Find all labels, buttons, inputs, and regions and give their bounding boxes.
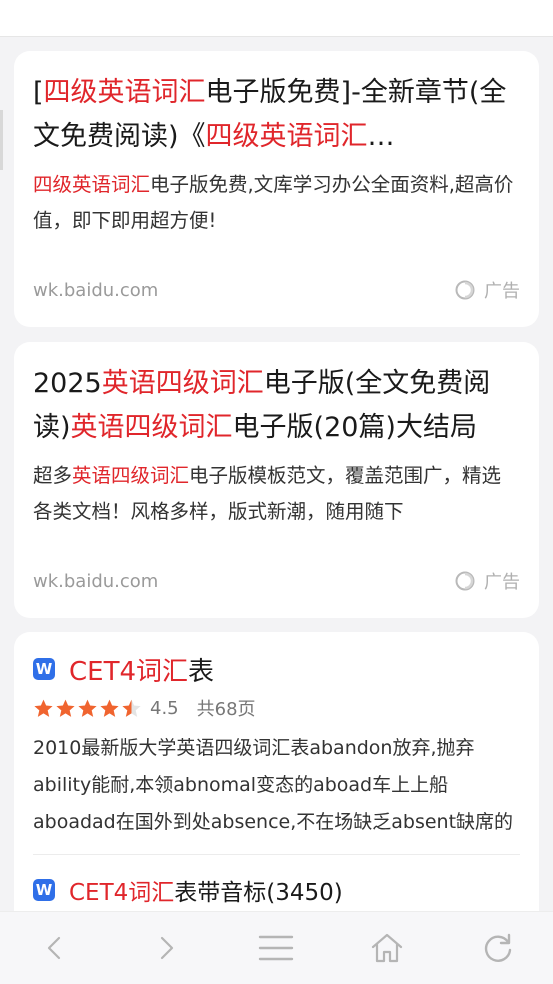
refresh-icon (484, 933, 511, 962)
related-document[interactable]: W CET4词汇表带音标(3450) (33, 873, 520, 907)
ad-title[interactable]: [四级英语词汇电子版免费]-全新章节(全文免费阅读)《四级英语词汇电子版免费》 (33, 71, 520, 159)
ad-footer: wk.baidu.com 广告 (33, 275, 520, 305)
document-title[interactable]: CET4词汇表 (69, 651, 214, 688)
text-segment: [ (33, 77, 44, 108)
forward-icon (160, 936, 173, 960)
back-button[interactable] (25, 918, 85, 978)
highlight-text: CET4 (69, 656, 137, 687)
highlight-text: 英语四级词汇 (70, 412, 233, 443)
text-segment: 表 (188, 656, 215, 687)
text-segment: 电子版(20篇)大结局 (232, 412, 477, 443)
highlight-text: 四级英语词汇 (205, 121, 368, 152)
highlight-text: 词汇 (136, 656, 189, 687)
ad-domain: wk.baidu.com (33, 279, 159, 301)
wps-word-icon: W (33, 879, 55, 901)
star-icon (100, 699, 119, 717)
highlight-text: 词汇 (128, 880, 175, 906)
highlight-text: 英语四级词汇 (101, 368, 264, 399)
ad-indicator-icon (455, 280, 475, 300)
ad-description: 超多英语四级词汇电子版模板范文，覆盖范围广，精选各类文档！风格多样，版式新潮，随… (33, 458, 520, 530)
document-header[interactable]: W CET4词汇表 (33, 651, 520, 688)
rating-value: 4.5 (150, 697, 179, 719)
wps-word-icon: W (33, 658, 55, 680)
highlight-text: 四级英语词汇 (43, 77, 206, 108)
star-icon (78, 699, 97, 717)
text-segment: 表带音标(3450) (174, 880, 343, 906)
ad-card[interactable]: 2025英语四级词汇电子版(全文免费阅读)英语四级词汇电子版(20篇)大结局 超… (14, 342, 539, 618)
text-segment: 超多 (33, 464, 73, 487)
text-segment: 2025 (33, 368, 102, 399)
ad-indicator-icon (455, 571, 475, 591)
edge-shadow (0, 110, 3, 170)
menu-button[interactable] (246, 918, 306, 978)
highlight-text: 英语四级词汇 (72, 464, 190, 487)
ad-footer: wk.baidu.com 广告 (33, 566, 520, 596)
document-result-card[interactable]: W CET4词汇表 4.5 共68页 2010最新版大学英语四级词汇表aband… (14, 632, 539, 952)
menu-icon (259, 935, 294, 961)
rating-row: 4.5 共68页 (33, 694, 520, 722)
ad-card[interactable]: [四级英语词汇电子版免费]-全新章节(全文免费阅读)《四级英语词汇电子版免费》 … (14, 51, 539, 327)
ad-domain: wk.baidu.com (33, 570, 159, 592)
home-icon (371, 933, 403, 963)
bottom-navigation-bar (0, 911, 553, 984)
forward-button[interactable] (136, 918, 196, 978)
ad-label-group[interactable]: 广告 (454, 277, 520, 303)
top-status-bar (0, 0, 553, 37)
ad-label: 广告 (484, 281, 520, 302)
highlight-text: 四级英语词汇 (33, 173, 151, 196)
page-count: 共68页 (196, 699, 256, 720)
star-icon (56, 699, 75, 717)
highlight-text: CET4 (69, 880, 129, 906)
related-document-title[interactable]: CET4词汇表带音标(3450) (69, 873, 343, 907)
ad-label-group[interactable]: 广告 (454, 568, 520, 594)
divider (33, 854, 520, 855)
star-icon (34, 699, 53, 717)
home-button[interactable] (357, 918, 417, 978)
ad-title[interactable]: 2025英语四级词汇电子版(全文免费阅读)英语四级词汇电子版(20篇)大结局 (33, 362, 520, 450)
star-icon (122, 699, 141, 717)
back-icon (48, 936, 61, 960)
refresh-button[interactable] (468, 918, 528, 978)
star-rating (33, 698, 142, 719)
ad-description: 四级英语词汇电子版免费,文库学习办公全面资料,超高价值，即下即用超方便! (33, 167, 520, 239)
document-snippet: 2010最新版大学英语四级词汇表abandon放弃,抛弃ability能耐,本领… (33, 737, 514, 833)
ad-label: 广告 (484, 572, 520, 593)
